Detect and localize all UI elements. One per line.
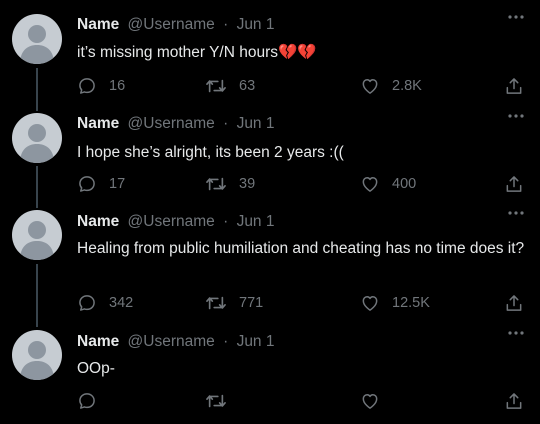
username[interactable]: @Username <box>128 115 215 132</box>
like-icon <box>362 79 378 94</box>
retweet-button[interactable] <box>205 390 239 412</box>
tweet-actions: 342 771 12.5K <box>77 292 527 314</box>
tweet-header: Name @Username · Jun 1 <box>77 114 274 134</box>
like-count: 400 <box>392 176 417 192</box>
username[interactable]: @Username <box>128 333 215 350</box>
avatar[interactable] <box>12 14 62 64</box>
retweet-count: 63 <box>239 78 256 94</box>
reply-button[interactable]: 17 <box>77 173 125 195</box>
share-button[interactable] <box>504 173 524 195</box>
reply-button[interactable]: 342 <box>77 292 133 314</box>
retweet-count: 39 <box>239 176 256 192</box>
share-icon <box>506 393 522 409</box>
more-options-icon[interactable] <box>506 10 526 24</box>
tweet-date[interactable]: Jun 1 <box>237 333 275 350</box>
reply-button[interactable] <box>77 390 109 412</box>
reply-button[interactable]: 16 <box>77 75 125 97</box>
retweet-icon <box>206 394 226 408</box>
tweet-actions: 16 63 2.8K <box>77 75 527 97</box>
separator: · <box>223 333 229 350</box>
tweet-text: OOp- <box>77 360 115 377</box>
avatar[interactable] <box>12 330 62 380</box>
like-icon <box>362 177 378 192</box>
like-icon <box>362 394 378 409</box>
retweet-button[interactable]: 63 <box>205 75 255 97</box>
like-icon <box>362 296 378 311</box>
more-options-icon[interactable] <box>506 206 526 220</box>
tweet-actions: 17 39 400 <box>77 173 527 195</box>
like-button[interactable]: 12.5K <box>360 292 430 314</box>
like-count: 12.5K <box>392 295 430 311</box>
share-button[interactable] <box>504 75 524 97</box>
tweet-text: Healing from public humiliation and chea… <box>77 240 525 257</box>
tweet-text: it’s missing mother Y/N hours💔💔 <box>77 44 317 61</box>
reply-icon <box>79 78 95 94</box>
retweet-button[interactable]: 39 <box>205 173 255 195</box>
tweet-actions <box>77 390 527 412</box>
tweet-date[interactable]: Jun 1 <box>237 115 275 132</box>
retweet-button[interactable]: 771 <box>205 292 263 314</box>
separator: · <box>223 213 229 230</box>
reply-icon <box>79 176 95 192</box>
default-avatar-icon <box>20 25 54 64</box>
display-name[interactable]: Name <box>77 333 119 350</box>
like-button[interactable]: 2.8K <box>360 75 422 97</box>
username[interactable]: @Username <box>128 213 215 230</box>
share-icon <box>506 176 522 192</box>
default-avatar-icon <box>20 341 54 380</box>
retweet-icon <box>206 177 226 191</box>
reply-count: 17 <box>109 176 126 192</box>
more-options-icon[interactable] <box>506 109 526 123</box>
tweet-text: I hope she’s alright, its been 2 years :… <box>77 144 344 161</box>
username[interactable]: @Username <box>128 16 215 33</box>
share-icon <box>506 78 522 94</box>
thread-line <box>36 166 38 208</box>
tweet-header: Name @Username · Jun 1 <box>77 212 274 232</box>
share-button[interactable] <box>504 390 524 412</box>
reply-count: 342 <box>109 295 134 311</box>
default-avatar-icon <box>20 221 54 260</box>
separator: · <box>223 16 229 33</box>
retweet-count: 771 <box>239 295 264 311</box>
display-name[interactable]: Name <box>77 213 119 230</box>
reply-count: 16 <box>109 78 126 94</box>
tweet-date[interactable]: Jun 1 <box>237 213 275 230</box>
retweet-icon <box>206 296 226 310</box>
like-count: 2.8K <box>392 78 422 94</box>
display-name[interactable]: Name <box>77 16 119 33</box>
tweet-header: Name @Username · Jun 1 <box>77 332 274 352</box>
thread-line <box>36 264 38 327</box>
reply-icon <box>79 295 95 311</box>
avatar[interactable] <box>12 113 62 163</box>
share-button[interactable] <box>504 292 524 314</box>
separator: · <box>223 115 229 132</box>
like-button[interactable] <box>360 390 392 412</box>
tweet-header: Name @Username · Jun 1 <box>77 15 274 35</box>
display-name[interactable]: Name <box>77 115 119 132</box>
default-avatar-icon <box>20 124 54 163</box>
more-options-icon[interactable] <box>506 326 526 340</box>
avatar[interactable] <box>12 210 62 260</box>
like-button[interactable]: 400 <box>360 173 416 195</box>
thread-line <box>36 68 38 111</box>
retweet-icon <box>206 79 226 93</box>
tweet-date[interactable]: Jun 1 <box>237 16 275 33</box>
share-icon <box>506 295 522 311</box>
reply-icon <box>79 393 95 409</box>
